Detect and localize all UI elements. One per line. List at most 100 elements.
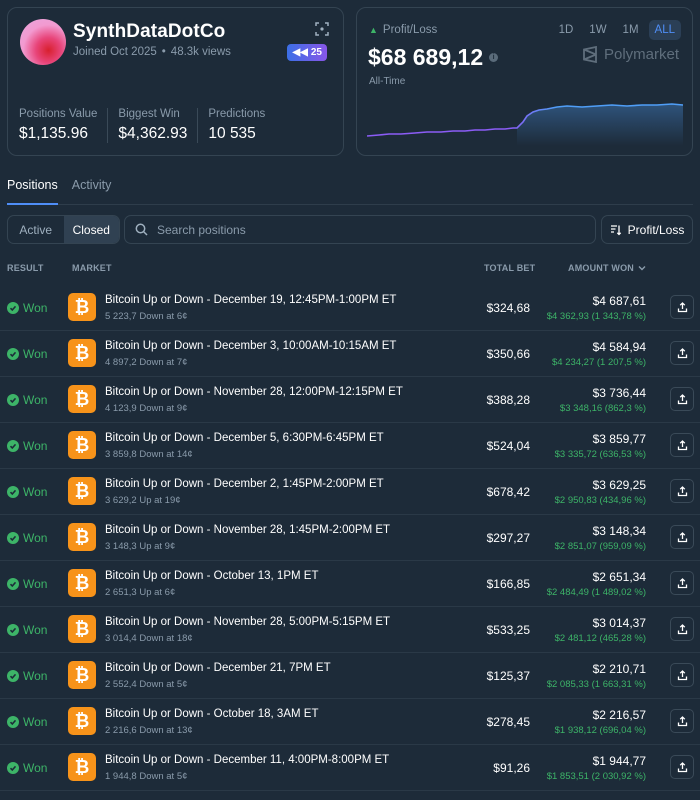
expand-icon[interactable]	[315, 22, 329, 36]
amount-won: $4 584,94	[592, 340, 646, 354]
bitcoin-icon: ₿	[68, 661, 96, 689]
views-count: 48.3k views	[170, 46, 231, 58]
result-cell: Won	[7, 439, 47, 453]
share-button[interactable]	[670, 617, 694, 641]
polymarket-logo-icon	[583, 46, 597, 63]
table-row[interactable]: Won ₿ Bitcoin Up or Down - December 21, …	[0, 653, 700, 699]
share-button[interactable]	[670, 387, 694, 411]
total-bet: $91,26	[493, 761, 530, 775]
share-button[interactable]	[670, 295, 694, 319]
filter-closed-button[interactable]: Closed	[63, 216, 119, 243]
column-header-total-bet[interactable]: TOTAL BET	[484, 263, 535, 273]
market-title[interactable]: Bitcoin Up or Down - November 28, 1:45PM…	[105, 524, 390, 536]
sort-button[interactable]: Profit/Loss	[601, 215, 693, 244]
table-row[interactable]: Won ₿ Bitcoin Up or Down - November 28, …	[0, 377, 700, 423]
market-shares: 3 148,3 Up at 9¢	[105, 541, 176, 552]
result-cell: Won	[7, 577, 47, 591]
table-row[interactable]: Won ₿ Bitcoin Up or Down - November 28, …	[0, 515, 700, 561]
pnl-card: ▲ Profit/Loss $68 689,12 i All-Time 1D 1…	[356, 7, 693, 156]
range-tab-1w[interactable]: 1W	[583, 20, 612, 40]
amount-won: $2 216,57	[592, 708, 646, 722]
total-bet: $388,28	[486, 393, 530, 407]
check-circle-icon	[7, 762, 19, 774]
market-title[interactable]: Bitcoin Up or Down - November 28, 12:00P…	[105, 386, 403, 398]
table-row[interactable]: Won ₿ Bitcoin Up or Down - November 28, …	[0, 607, 700, 653]
amount-won: $3 148,34	[592, 524, 646, 538]
range-tab-1d[interactable]: 1D	[553, 20, 580, 40]
bitcoin-icon: ₿	[68, 523, 96, 551]
amount-gain: $2 085,33 (1 663,31 %)	[546, 679, 646, 690]
result-cell: Won	[7, 301, 47, 315]
column-header-market: MARKET	[72, 263, 112, 273]
check-circle-icon	[7, 302, 19, 314]
market-shares: 3 629,2 Up at 19¢	[105, 495, 181, 506]
stat-positions-value: Positions Value $1,135.96	[19, 108, 109, 143]
share-button[interactable]	[670, 341, 694, 365]
tab-positions[interactable]: Positions	[7, 172, 58, 205]
rank-badge[interactable]: ◀◀ 25	[287, 44, 327, 61]
search-input[interactable]	[157, 222, 577, 237]
amount-won: $3 736,44	[592, 386, 646, 400]
result-cell: Won	[7, 623, 47, 637]
share-button[interactable]	[670, 433, 694, 457]
share-icon	[677, 301, 687, 312]
market-title[interactable]: Bitcoin Up or Down - December 21, 7PM ET	[105, 662, 331, 674]
stat-value: 10 535	[208, 125, 256, 142]
amount-gain: $1 853,51 (2 030,92 %)	[546, 771, 646, 782]
tab-activity[interactable]: Activity	[72, 172, 112, 205]
profile-stats: Positions Value $1,135.96 Biggest Win $4…	[19, 108, 285, 143]
share-button[interactable]	[670, 663, 694, 687]
market-title[interactable]: Bitcoin Up or Down - November 28, 5:00PM…	[105, 616, 390, 628]
filter-active-button[interactable]: Active	[8, 216, 64, 243]
amount-won: $1 944,77	[592, 754, 646, 768]
amount-won: $2 210,71	[592, 662, 646, 676]
range-tab-1m[interactable]: 1M	[617, 20, 645, 40]
market-title[interactable]: Bitcoin Up or Down - October 13, 1PM ET	[105, 570, 318, 582]
share-button[interactable]	[670, 709, 694, 733]
range-tab-all[interactable]: ALL	[648, 20, 681, 40]
share-button[interactable]	[670, 571, 694, 595]
market-title[interactable]: Bitcoin Up or Down - December 11, 4:00PM…	[105, 754, 389, 766]
market-title[interactable]: Bitcoin Up or Down - December 19, 12:45P…	[105, 294, 396, 306]
total-bet: $166,85	[486, 577, 530, 591]
market-title[interactable]: Bitcoin Up or Down - December 5, 6:30PM-…	[105, 432, 384, 444]
table-row[interactable]: Won ₿ Bitcoin Up or Down - December 3, 1…	[0, 331, 700, 377]
table-row[interactable]: Won ₿ Bitcoin Up or Down - October 18, 3…	[0, 699, 700, 745]
result-label: Won	[23, 577, 48, 591]
info-icon[interactable]: i	[489, 53, 499, 62]
table-row[interactable]: Won ₿ Bitcoin Up or Down - December 19, …	[0, 285, 700, 331]
sort-button-label: Profit/Loss	[627, 222, 685, 237]
market-shares: 2 651,3 Up at 6¢	[105, 587, 176, 598]
amount-won: $4 687,61	[592, 294, 646, 308]
result-cell: Won	[7, 715, 47, 729]
check-circle-icon	[7, 532, 19, 544]
table-row[interactable]: Won ₿ Bitcoin Up or Down - December 5, 6…	[0, 423, 700, 469]
column-header-amount-won[interactable]: AMOUNT WON	[568, 263, 646, 273]
total-bet: $324,68	[486, 301, 530, 315]
share-icon	[677, 485, 687, 496]
result-cell: Won	[7, 347, 47, 361]
joined-date: Joined Oct 2025	[73, 46, 157, 58]
share-button[interactable]	[670, 479, 694, 503]
avatar[interactable]	[20, 19, 66, 65]
bitcoin-icon: ₿	[68, 293, 96, 321]
market-title[interactable]: Bitcoin Up or Down - December 3, 10:00AM…	[105, 340, 396, 352]
pnl-period: All-Time	[369, 76, 406, 87]
market-title[interactable]: Bitcoin Up or Down - October 18, 3AM ET	[105, 708, 318, 720]
up-arrow-icon: ▲	[369, 25, 378, 35]
share-button[interactable]	[670, 755, 694, 779]
share-icon	[677, 715, 687, 726]
share-button[interactable]	[670, 525, 694, 549]
check-circle-icon	[7, 440, 19, 452]
stat-label: Biggest Win	[118, 108, 180, 120]
table-row[interactable]: Won ₿ Bitcoin Up or Down - December 11, …	[0, 745, 700, 791]
bitcoin-icon: ₿	[68, 339, 96, 367]
market-title[interactable]: Bitcoin Up or Down - December 2, 1:45PM-…	[105, 478, 384, 490]
bitcoin-icon: ₿	[68, 753, 96, 781]
result-label: Won	[23, 393, 48, 407]
result-label: Won	[23, 669, 48, 683]
table-row[interactable]: Won ₿ Bitcoin Up or Down - October 13, 1…	[0, 561, 700, 607]
profile-card: SynthDataDotCo Joined Oct 2025 • 48.3k vie…	[7, 7, 344, 156]
pnl-sparkline	[367, 103, 683, 146]
table-row[interactable]: Won ₿ Bitcoin Up or Down - December 2, 1…	[0, 469, 700, 515]
